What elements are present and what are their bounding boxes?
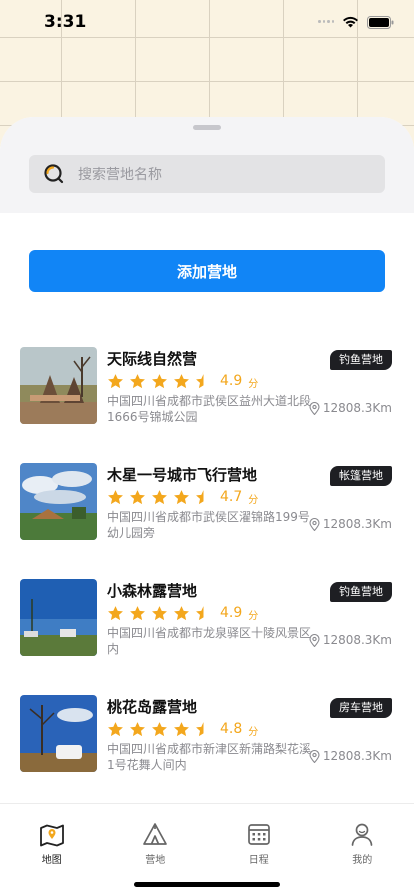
sheet-grabber[interactable]	[193, 125, 221, 130]
star-icon	[108, 605, 123, 620]
search-icon	[44, 164, 64, 184]
tab-map[interactable]: 地图	[0, 804, 104, 896]
calendar-icon	[247, 824, 270, 845]
camp-distance: 12808.3Km	[309, 633, 392, 647]
camp-name: 天际线自然营	[107, 350, 198, 368]
star-icon	[152, 721, 167, 736]
camp-list-item[interactable]: 小森林露营地 钓鱼营地 4.9 分 中国四川省成都市龙泉驿区十陵风景区内 128…	[0, 579, 414, 695]
camp-name: 小森林露营地	[107, 582, 198, 600]
camp-photo	[20, 579, 97, 656]
map-icon	[39, 824, 64, 847]
star-icon	[174, 721, 189, 736]
rating-unit: 分	[248, 727, 259, 738]
half-star-icon	[196, 721, 204, 736]
star-icon	[130, 605, 145, 620]
camp-name: 木星一号城市飞行营地	[107, 466, 258, 484]
tab-label: 营地	[145, 855, 166, 866]
star-icon	[108, 489, 123, 504]
tab-profile[interactable]: 我的	[311, 804, 414, 896]
camp-rating: 4.8 分	[107, 720, 258, 738]
camp-photo	[20, 347, 97, 424]
camp-rating: 4.9 分	[107, 604, 258, 622]
star-icon	[130, 489, 145, 504]
camp-list: 天际线自然营 钓鱼营地 4.9 分 中国四川省成都市武侯区益州大道北段1666号…	[0, 347, 414, 811]
half-star-icon	[196, 373, 204, 388]
star-icon	[152, 489, 167, 504]
camp-name: 桃花岛露营地	[107, 698, 198, 716]
tab-label: 日程	[248, 855, 269, 866]
location-pin-icon	[309, 749, 320, 763]
status-bar: 3:31	[0, 0, 414, 44]
rating-unit: 分	[248, 379, 259, 390]
wifi-icon	[343, 16, 358, 28]
star-icon	[130, 721, 145, 736]
star-icon	[108, 721, 123, 736]
add-camp-button[interactable]: 添加营地	[29, 250, 385, 292]
distance-value: 12808.3Km	[322, 633, 392, 647]
rating-score: 4.9	[220, 373, 243, 389]
profile-icon	[351, 823, 373, 846]
search-placeholder: 搜索营地名称	[78, 167, 162, 183]
camp-address: 中国四川省成都市新津区新蒲路梨花溪1号花舞人间内	[107, 742, 312, 772]
star-icon	[174, 373, 189, 388]
star-icon	[152, 605, 167, 620]
tab-label: 地图	[41, 855, 62, 866]
home-indicator[interactable]	[134, 882, 280, 887]
camp-type-badge: 房车营地	[330, 698, 392, 718]
half-star-icon	[196, 489, 204, 504]
status-time: 3:31	[44, 12, 87, 32]
rating-score: 4.7	[220, 489, 243, 505]
star-icon	[108, 373, 123, 388]
camp-address: 中国四川省成都市武侯区益州大道北段1666号锦城公园	[107, 394, 312, 424]
camp-address: 中国四川省成都市武侯区濯锦路199号幼儿园旁	[107, 510, 310, 540]
tent-icon	[143, 823, 168, 845]
location-pin-icon	[309, 633, 320, 647]
camp-photo	[20, 695, 97, 772]
camp-rating: 4.9 分	[107, 372, 258, 390]
camp-type-badge: 钓鱼营地	[330, 582, 392, 602]
camp-distance: 12808.3Km	[309, 749, 392, 763]
rating-score: 4.8	[220, 721, 243, 737]
rating-unit: 分	[248, 495, 259, 506]
status-icons	[318, 15, 394, 29]
half-star-icon	[196, 605, 204, 620]
camp-rating: 4.7 分	[107, 488, 258, 506]
star-icon	[174, 605, 189, 620]
signal-dots-icon	[318, 20, 334, 24]
location-pin-icon	[309, 517, 320, 531]
star-icon	[130, 373, 145, 388]
camp-list-item[interactable]: 天际线自然营 钓鱼营地 4.9 分 中国四川省成都市武侯区益州大道北段1666号…	[0, 347, 414, 463]
tab-label: 我的	[352, 855, 373, 866]
camp-list-item[interactable]: 木星一号城市飞行营地 帐篷营地 4.7 分 中国四川省成都市武侯区濯锦路199号…	[0, 463, 414, 579]
distance-value: 12808.3Km	[322, 401, 392, 415]
rating-unit: 分	[248, 611, 259, 622]
battery-icon	[367, 15, 394, 29]
star-icon	[152, 373, 167, 388]
distance-value: 12808.3Km	[322, 517, 392, 531]
star-icon	[174, 489, 189, 504]
rating-score: 4.9	[220, 605, 243, 621]
camp-list-item[interactable]: 桃花岛露营地 房车营地 4.8 分 中国四川省成都市新津区新蒲路梨花溪1号花舞人…	[0, 695, 414, 811]
search-input[interactable]: 搜索营地名称	[29, 155, 385, 193]
camp-address: 中国四川省成都市龙泉驿区十陵风景区内	[107, 626, 312, 656]
distance-value: 12808.3Km	[322, 749, 392, 763]
camp-distance: 12808.3Km	[309, 401, 392, 415]
camp-type-badge: 帐篷营地	[330, 466, 392, 486]
camp-photo	[20, 463, 97, 540]
location-pin-icon	[309, 401, 320, 415]
sheet-header: 搜索营地名称	[0, 117, 414, 213]
camp-type-badge: 钓鱼营地	[330, 350, 392, 370]
camp-distance: 12808.3Km	[309, 517, 392, 531]
camp-list-sheet: 搜索营地名称 添加营地 天际线自然营 钓鱼营地 4.9 分 中国四川省成都市武侯…	[0, 117, 414, 896]
